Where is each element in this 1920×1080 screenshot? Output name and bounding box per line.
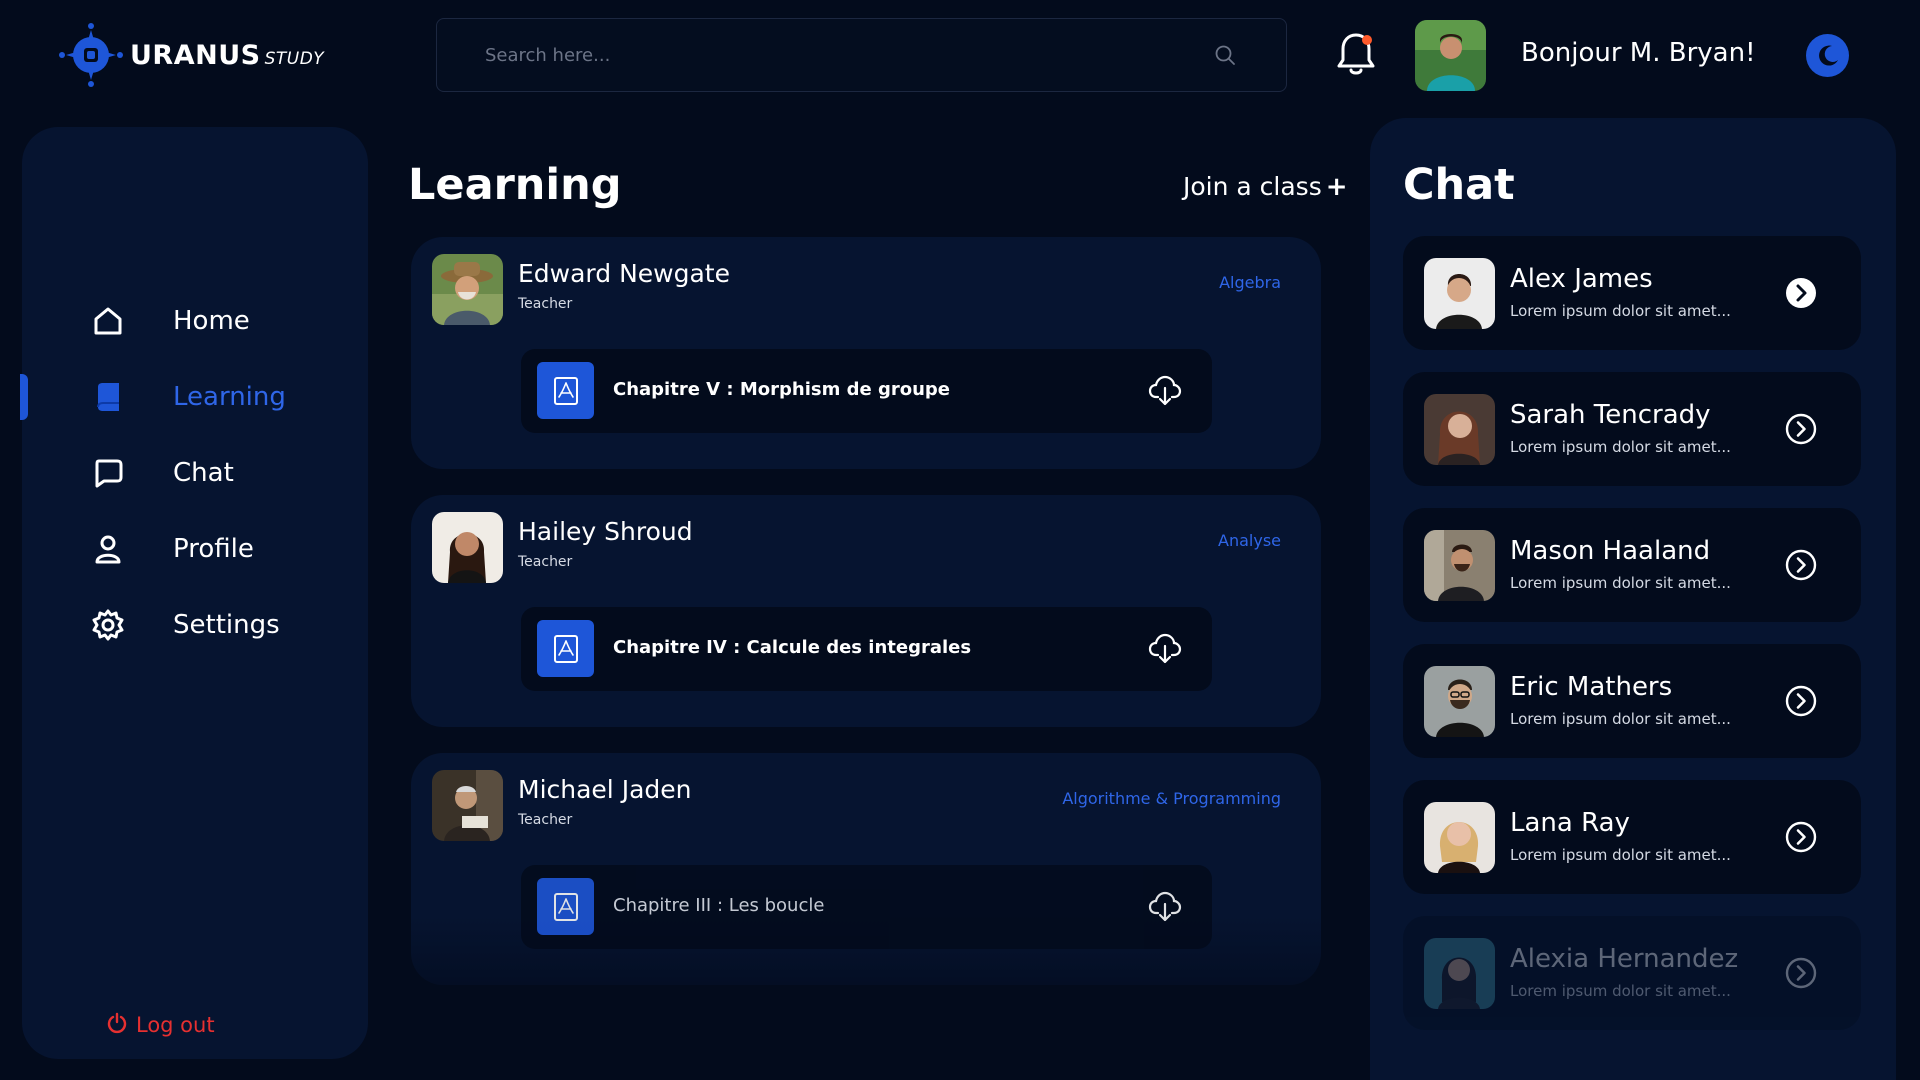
message-preview: Lorem ipsum dolor sit amet... — [1510, 438, 1731, 456]
teacher-avatar[interactable] — [432, 254, 503, 325]
teacher-avatar[interactable] — [432, 770, 503, 841]
user-avatar[interactable] — [1415, 20, 1486, 91]
brand-name: URANUS STUDY — [130, 39, 325, 71]
subject-tag[interactable]: Analyse — [1218, 531, 1281, 550]
contact-avatar — [1424, 802, 1495, 873]
cloud-download-icon[interactable] — [1148, 891, 1182, 923]
chapter-title: Chapitre III : Les boucle — [613, 895, 825, 916]
message-preview: Lorem ipsum dolor sit amet... — [1510, 302, 1731, 320]
bell-icon[interactable] — [1334, 30, 1378, 78]
chevron-right-circle-icon[interactable] — [1785, 549, 1817, 581]
chevron-right-circle-icon[interactable] — [1785, 821, 1817, 853]
sidebar-item-label: Chat — [173, 458, 234, 488]
sidebar-item-label: Learning — [173, 382, 286, 412]
sidebar-item-chat[interactable]: Chat — [22, 445, 368, 501]
logout-button[interactable]: Log out — [106, 1012, 215, 1038]
plus-icon: + — [1325, 172, 1348, 202]
contact-name: Lana Ray — [1510, 808, 1630, 838]
teacher-name: Hailey Shroud — [518, 517, 693, 546]
chat-conversation[interactable]: Alex James Lorem ipsum dolor sit amet... — [1403, 236, 1861, 350]
sidebar-item-learning[interactable]: Learning — [20, 369, 368, 425]
chapter-title: Chapitre IV : Calcule des integrales — [613, 637, 972, 658]
course-card: Hailey Shroud Teacher Analyse Chapitre I… — [411, 495, 1321, 727]
sidebar-item-home[interactable]: Home — [22, 293, 368, 349]
brand-sub: STUDY — [264, 48, 325, 69]
message-preview: Lorem ipsum dolor sit amet... — [1510, 846, 1731, 864]
chat-conversation[interactable]: Alexia Hernandez Lorem ipsum dolor sit a… — [1403, 916, 1861, 1030]
contact-avatar — [1424, 258, 1495, 329]
chat-title: Chat — [1403, 160, 1515, 210]
teacher-role: Teacher — [518, 296, 573, 312]
user-icon — [90, 531, 126, 567]
message-preview: Lorem ipsum dolor sit amet... — [1510, 710, 1731, 728]
course-card: Edward Newgate Teacher Algebra Chapitre … — [411, 237, 1321, 469]
join-class-button[interactable]: Join a class + — [1183, 172, 1348, 202]
contact-avatar — [1424, 530, 1495, 601]
sidebar-item-label: Home — [173, 306, 250, 336]
teacher-role: Teacher — [518, 554, 573, 570]
subject-tag[interactable]: Algebra — [1219, 273, 1281, 292]
contact-name: Eric Mathers — [1510, 672, 1673, 702]
chat-conversation[interactable]: Mason Haaland Lorem ipsum dolor sit amet… — [1403, 508, 1861, 622]
teacher-name: Edward Newgate — [518, 259, 730, 288]
contact-name: Sarah Tencrady — [1510, 400, 1711, 430]
book-icon — [90, 379, 126, 415]
chevron-right-circle-icon[interactable] — [1785, 685, 1817, 717]
search-input[interactable] — [485, 44, 1212, 66]
power-icon — [106, 1012, 128, 1038]
moon-icon[interactable] — [1806, 34, 1849, 77]
contact-avatar — [1424, 666, 1495, 737]
sidebar: Home Learning Chat Profile Settings — [20, 127, 368, 1059]
contact-name: Alex James — [1510, 264, 1653, 294]
logout-label: Log out — [136, 1013, 215, 1037]
search-bar — [436, 18, 1287, 92]
sidebar-item-settings[interactable]: Settings — [22, 597, 368, 653]
join-class-label: Join a class — [1183, 172, 1322, 201]
teacher-role: Teacher — [518, 812, 573, 828]
chat-conversation[interactable]: Lana Ray Lorem ipsum dolor sit amet... — [1403, 780, 1861, 894]
chat-bubble-icon — [90, 455, 126, 491]
chevron-right-circle-icon[interactable] — [1785, 413, 1817, 445]
gear-icon — [90, 607, 126, 643]
home-icon — [90, 303, 126, 339]
chapter-title: Chapitre V : Morphism de groupe — [613, 379, 950, 400]
subject-tag[interactable]: Algorithme & Programming — [1062, 789, 1281, 808]
sidebar-item-profile[interactable]: Profile — [22, 521, 368, 577]
chevron-right-icon[interactable] — [1785, 277, 1817, 309]
chapter-item[interactable]: Chapitre IV : Calcule des integrales — [521, 607, 1212, 691]
course-card: Michael Jaden Teacher Algorithme & Progr… — [411, 753, 1321, 985]
pdf-icon — [537, 362, 594, 419]
cloud-download-icon[interactable] — [1148, 375, 1182, 407]
contact-name: Mason Haaland — [1510, 536, 1711, 566]
contact-avatar — [1424, 394, 1495, 465]
chat-conversation[interactable]: Eric Mathers Lorem ipsum dolor sit amet.… — [1403, 644, 1861, 758]
message-preview: Lorem ipsum dolor sit amet... — [1510, 574, 1731, 592]
message-preview: Lorem ipsum dolor sit amet... — [1510, 982, 1731, 1000]
contact-name: Alexia Hernandez — [1510, 944, 1739, 974]
search-icon[interactable] — [1212, 42, 1238, 68]
active-indicator — [20, 374, 28, 420]
uranus-logo-icon — [58, 22, 124, 88]
sidebar-item-label: Profile — [173, 534, 254, 564]
cloud-download-icon[interactable] — [1148, 633, 1182, 665]
teacher-name: Michael Jaden — [518, 775, 692, 804]
brand-logo[interactable]: URANUS STUDY — [58, 22, 324, 88]
chat-conversation[interactable]: Sarah Tencrady Lorem ipsum dolor sit ame… — [1403, 372, 1861, 486]
pdf-icon — [537, 620, 594, 677]
chapter-item[interactable]: Chapitre III : Les boucle — [521, 865, 1212, 949]
teacher-avatar[interactable] — [432, 512, 503, 583]
contact-avatar — [1424, 938, 1495, 1009]
sidebar-item-label: Settings — [173, 610, 280, 640]
pdf-icon — [537, 878, 594, 935]
greeting-text: Bonjour M. Bryan! — [1521, 38, 1756, 68]
chapter-item[interactable]: Chapitre V : Morphism de groupe — [521, 349, 1212, 433]
page-title: Learning — [408, 160, 622, 210]
chevron-right-circle-icon[interactable] — [1785, 957, 1817, 989]
